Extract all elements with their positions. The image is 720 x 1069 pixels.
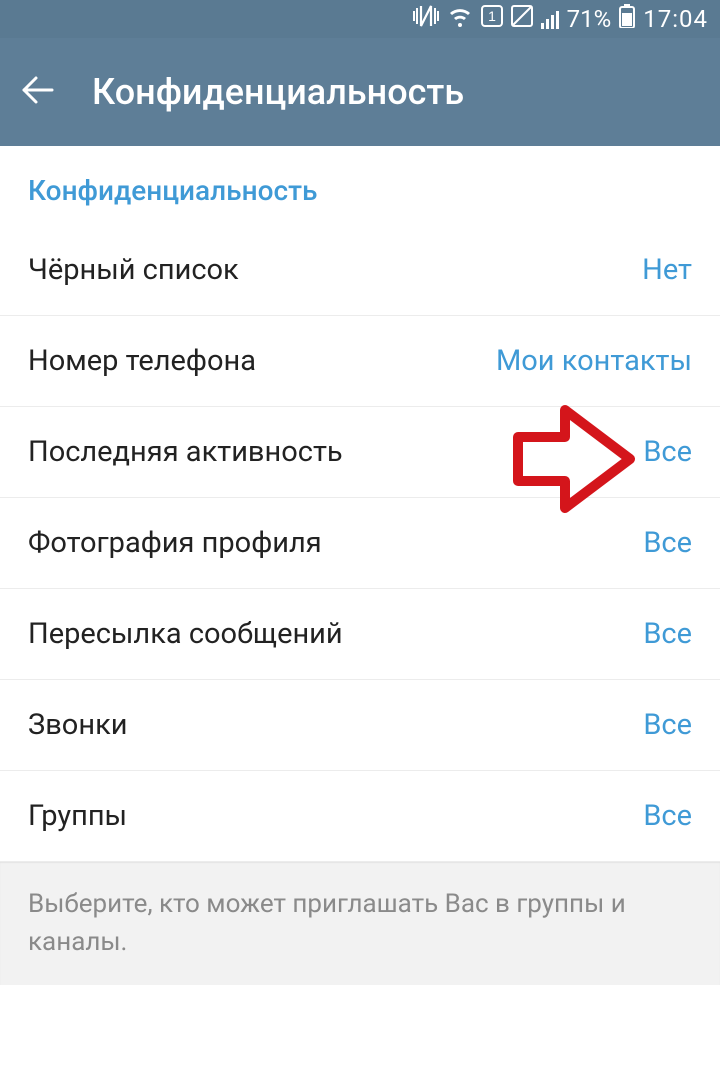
row-forwarded-messages[interactable]: Пересылка сообщений Все bbox=[0, 589, 720, 680]
row-label: Пересылка сообщений bbox=[28, 617, 343, 651]
row-groups[interactable]: Группы Все bbox=[0, 771, 720, 862]
signal-bars-icon bbox=[541, 9, 559, 29]
row-blocklist[interactable]: Чёрный список Нет bbox=[0, 225, 720, 316]
battery-icon bbox=[619, 4, 635, 34]
signal-empty-icon bbox=[511, 5, 533, 33]
battery-percent: 71% bbox=[567, 5, 612, 33]
row-value: Мои контакты bbox=[496, 344, 692, 378]
row-calls[interactable]: Звонки Все bbox=[0, 680, 720, 771]
row-value: Все bbox=[643, 435, 692, 469]
row-value: Все bbox=[643, 526, 692, 560]
row-value: Все bbox=[643, 617, 692, 651]
row-label: Чёрный список bbox=[28, 253, 239, 287]
row-value: Все bbox=[643, 799, 692, 833]
vibrate-icon bbox=[413, 4, 439, 34]
settings-list: Конфиденциальность Чёрный список Нет Ном… bbox=[0, 146, 720, 985]
status-icons: 1 71% 17:04 bbox=[413, 4, 708, 34]
row-last-seen[interactable]: Последняя активность Все bbox=[0, 407, 720, 498]
row-value: Нет bbox=[642, 253, 692, 287]
svg-text:1: 1 bbox=[488, 8, 496, 24]
row-label: Звонки bbox=[28, 708, 127, 742]
row-profile-photo[interactable]: Фотография профиля Все bbox=[0, 498, 720, 589]
row-label: Фотография профиля bbox=[28, 526, 322, 560]
back-arrow-icon[interactable] bbox=[20, 72, 56, 112]
row-label: Группы bbox=[28, 799, 127, 833]
row-value: Все bbox=[643, 708, 692, 742]
section-header-privacy: Конфиденциальность bbox=[0, 146, 720, 225]
status-bar: 1 71% 17:04 bbox=[0, 0, 720, 38]
row-label: Номер телефона bbox=[28, 344, 256, 378]
row-phone-number[interactable]: Номер телефона Мои контакты bbox=[0, 316, 720, 407]
wifi-icon bbox=[447, 5, 473, 33]
row-label: Последняя активность bbox=[28, 435, 343, 469]
clock: 17:04 bbox=[643, 5, 708, 33]
app-bar: Конфиденциальность bbox=[0, 38, 720, 146]
sim-icon: 1 bbox=[481, 5, 503, 33]
footer-hint: Выберите, кто может приглашать Вас в гру… bbox=[0, 862, 720, 985]
page-title: Конфиденциальность bbox=[92, 71, 464, 113]
